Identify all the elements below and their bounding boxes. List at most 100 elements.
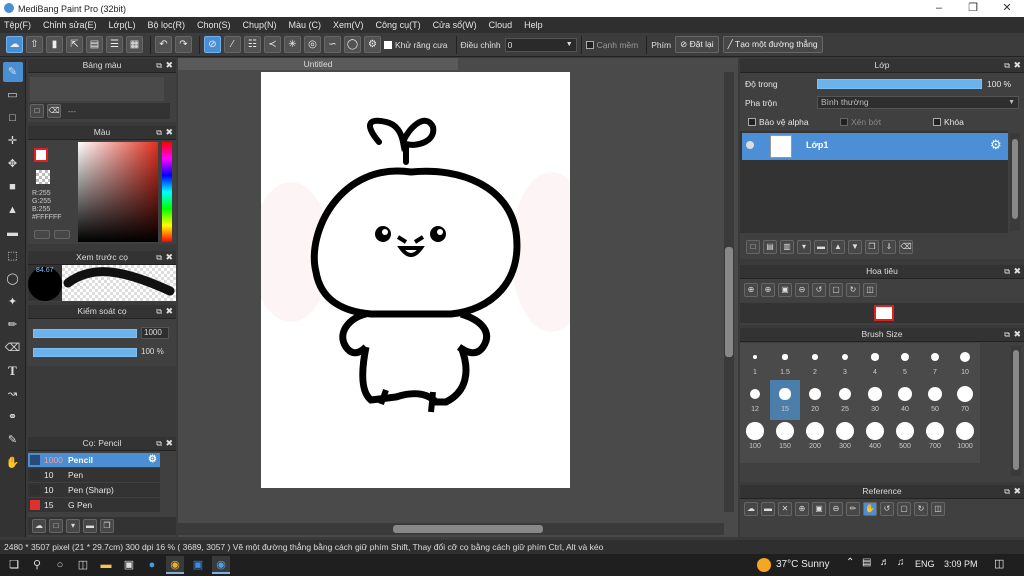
layer-name[interactable]: Lớp1: [806, 140, 828, 150]
delete-palette-icon[interactable]: ⌫: [47, 104, 61, 118]
brush-size-cell[interactable]: 15: [770, 380, 800, 420]
layer-settings-gear-icon[interactable]: ⚙: [990, 137, 1002, 153]
brush-size-cell[interactable]: 7: [920, 343, 950, 383]
medibang-icon[interactable]: ◉: [212, 556, 230, 574]
popout-icon[interactable]: ⧉: [156, 251, 162, 264]
brush-list-item[interactable]: 10 Pen: [28, 468, 160, 482]
brush-size-cell[interactable]: 30: [860, 380, 890, 420]
zalo-icon[interactable]: ▣: [189, 556, 207, 574]
brush-size-cell[interactable]: 70: [950, 380, 980, 420]
brush-size-cell[interactable]: 4: [860, 343, 890, 383]
select-pen-tool-icon[interactable]: ✏: [3, 315, 23, 335]
menu-color[interactable]: Màu (C): [289, 20, 322, 30]
popout-icon[interactable]: ⧉: [156, 59, 162, 72]
redo-icon[interactable]: ↷: [175, 36, 192, 53]
close-panel-icon[interactable]: ✖: [1013, 265, 1021, 278]
popout-icon[interactable]: ⧉: [1004, 59, 1010, 72]
brush-size-value[interactable]: 1000: [141, 327, 169, 339]
menu-filter[interactable]: Bộ lọc(R): [147, 20, 185, 30]
brush-size-cell[interactable]: 1: [740, 343, 770, 383]
close-panel-icon[interactable]: ✖: [1013, 59, 1021, 72]
close-panel-icon[interactable]: ✖: [1013, 328, 1021, 341]
lasso-tool-icon[interactable]: ◯: [3, 269, 23, 289]
language-indicator[interactable]: ENG: [915, 559, 935, 569]
volume-icon[interactable]: ♬: [880, 557, 890, 568]
brush-size-cell[interactable]: 700: [920, 417, 950, 457]
chrome-icon[interactable]: ◉: [166, 556, 184, 574]
brush-size-scroll-thumb[interactable]: [1013, 350, 1019, 470]
canvas-area[interactable]: Untitled: [178, 58, 738, 537]
panel-divider-tool-icon[interactable]: ✎: [3, 430, 23, 450]
popout-icon[interactable]: ⧉: [156, 437, 162, 450]
brush-size-cell[interactable]: 1.5: [770, 343, 800, 383]
brush-settings-gear-icon[interactable]: ⚙: [148, 453, 157, 467]
menu-edit[interactable]: Chỉnh sửa(E): [43, 20, 97, 30]
actual-size-icon[interactable]: ▢: [829, 283, 843, 297]
menu-file[interactable]: Tệp(F): [4, 20, 31, 30]
add-brush-icon[interactable]: ▾: [66, 519, 80, 533]
layer-scrollbar[interactable]: [1010, 133, 1020, 231]
color-eyedrop-icon[interactable]: [54, 230, 70, 239]
duplicate-brush-icon[interactable]: ❐: [100, 519, 114, 533]
open-folder-icon[interactable]: ▬: [761, 502, 775, 516]
rectangle-tool-icon[interactable]: □: [3, 108, 23, 128]
flip-icon[interactable]: ◫: [931, 502, 945, 516]
menu-help[interactable]: Help: [524, 20, 543, 30]
delete-layer-icon[interactable]: ⌫: [899, 240, 913, 254]
hand-tool-icon[interactable]: ✋: [3, 453, 23, 473]
brush-size-scrollbar[interactable]: [1011, 346, 1021, 476]
fit-window-icon[interactable]: ▣: [778, 283, 792, 297]
actual-size-icon[interactable]: ▢: [897, 502, 911, 516]
chevron-up-icon[interactable]: ⌃: [846, 557, 854, 568]
folder-icon[interactable]: ▬: [83, 519, 97, 533]
fill-rect-tool-icon[interactable]: ■: [3, 177, 23, 197]
close-panel-icon[interactable]: ✖: [165, 305, 173, 318]
undo-icon[interactable]: ↶: [155, 36, 172, 53]
snap-off-icon[interactable]: ⊘: [204, 36, 221, 53]
brush-size-cell[interactable]: 50: [920, 380, 950, 420]
brush-size-cell[interactable]: 1000: [950, 417, 980, 457]
folder-icon[interactable]: ▬: [814, 240, 828, 254]
close-panel-icon[interactable]: ✖: [165, 126, 173, 139]
zoom-in-icon[interactable]: ⊕: [795, 502, 809, 516]
store-icon[interactable]: ▣: [120, 556, 138, 574]
duplicate-layer-icon[interactable]: ❐: [865, 240, 879, 254]
palette-name-field[interactable]: ---: [68, 107, 76, 116]
secondary-color-swatch[interactable]: [36, 170, 50, 184]
brush-size-cell[interactable]: 100: [740, 417, 770, 457]
parallel-snap-icon[interactable]: ⁄: [224, 36, 241, 53]
brush-size-cell[interactable]: 500: [890, 417, 920, 457]
brush-size-cell[interactable]: 25: [830, 380, 860, 420]
brush-size-cell[interactable]: 150: [770, 417, 800, 457]
weather-text[interactable]: 37°C Sunny: [776, 559, 829, 570]
close-panel-icon[interactable]: ✖: [1013, 485, 1021, 498]
merge-layer-icon[interactable]: ⇓: [882, 240, 896, 254]
new-8bit-layer-icon[interactable]: ▥: [780, 240, 794, 254]
brush-size-cell[interactable]: 3: [830, 343, 860, 383]
color-add-icon[interactable]: [34, 230, 50, 239]
windows-start-icon[interactable]: ❏: [5, 556, 23, 574]
lock-option[interactable]: Khóa: [933, 117, 964, 127]
ellipse-snap-icon[interactable]: ◯: [344, 36, 361, 53]
menu-layer[interactable]: Lớp(L): [109, 20, 136, 30]
brush-tool-icon[interactable]: ✎: [2, 62, 23, 82]
rotate-left-icon[interactable]: ↺: [812, 283, 826, 297]
menu-view[interactable]: Xem(V): [333, 20, 364, 30]
magic-wand-tool-icon[interactable]: ✦: [3, 292, 23, 312]
radial-snap-icon[interactable]: ✳: [284, 36, 301, 53]
zoom-out-icon[interactable]: ⊖: [829, 502, 843, 516]
vanishing-snap-icon[interactable]: ≺: [264, 36, 281, 53]
close-panel-icon[interactable]: ✖: [165, 437, 173, 450]
select-eraser-tool-icon[interactable]: ⌫: [3, 338, 23, 358]
new-layer-icon[interactable]: □: [746, 240, 760, 254]
menu-snap[interactable]: Chụp(N): [243, 20, 277, 30]
new-brush-icon[interactable]: □: [49, 519, 63, 533]
task-view-icon[interactable]: ◫: [74, 556, 92, 574]
canvas-paper[interactable]: [251, 72, 591, 488]
layer-opacity-slider[interactable]: [817, 79, 982, 89]
menu-cloud[interactable]: Cloud: [489, 20, 513, 30]
brush-opacity-slider[interactable]: [33, 348, 137, 357]
hue-slider[interactable]: [162, 142, 172, 242]
rotate-right-icon[interactable]: ↻: [846, 283, 860, 297]
close-icon[interactable]: ✕: [778, 502, 792, 516]
